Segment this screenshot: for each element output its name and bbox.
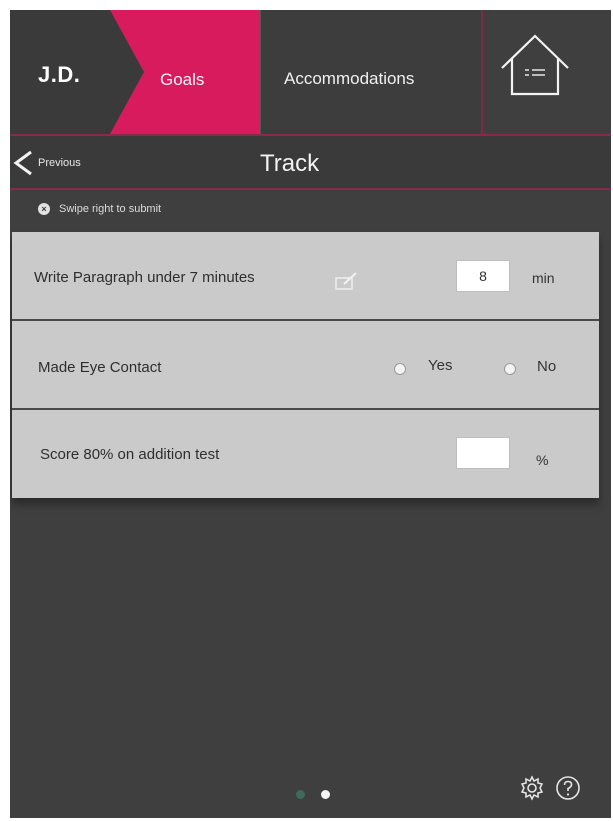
page-indicator	[296, 790, 330, 799]
goal-score-input[interactable]	[456, 437, 510, 469]
unit-label: %	[536, 452, 549, 468]
radio-no[interactable]	[504, 363, 516, 375]
goal-row: Write Paragraph under 7 minutes min	[12, 232, 599, 321]
chevron-left-icon	[13, 150, 32, 176]
tab-goals-label: Goals	[160, 70, 205, 89]
page-dot[interactable]	[296, 790, 305, 799]
goal-row: Score 80% on addition test %	[12, 410, 599, 498]
app-frame: J.D. Goals Accommodations Previous Track…	[10, 10, 611, 818]
goal-label: Made Eye Contact	[38, 359, 162, 376]
page-title: Track	[260, 150, 320, 177]
unit-label: min	[532, 270, 555, 286]
page-dot-active[interactable]	[321, 790, 330, 799]
user-initials: J.D.	[38, 62, 81, 87]
goal-label: Score 80% on addition test	[40, 446, 220, 463]
goals-list: Write Paragraph under 7 minutes min Made…	[12, 232, 599, 498]
tab-accommodations-label: Accommodations	[284, 69, 415, 88]
swipe-hint: × Swipe right to submit	[38, 203, 161, 215]
edit-note-icon[interactable]	[334, 270, 360, 292]
swipe-hint-text: Swipe right to submit	[59, 203, 162, 215]
radio-no-label: No	[537, 358, 557, 375]
help-icon[interactable]	[554, 774, 582, 802]
footer-icons	[518, 774, 582, 802]
radio-yes-label: Yes	[428, 357, 453, 374]
radio-yes[interactable]	[394, 363, 406, 375]
home-list-icon[interactable]	[498, 32, 572, 98]
goal-time-input[interactable]	[456, 260, 510, 292]
goal-label: Write Paragraph under 7 minutes	[34, 269, 255, 286]
settings-gear-icon[interactable]	[518, 774, 546, 802]
back-button-label: Previous	[38, 157, 81, 169]
back-button[interactable]: Previous	[12, 150, 81, 176]
goal-row: Made Eye Contact Yes No	[12, 321, 599, 410]
close-circle-icon: ×	[38, 203, 50, 215]
